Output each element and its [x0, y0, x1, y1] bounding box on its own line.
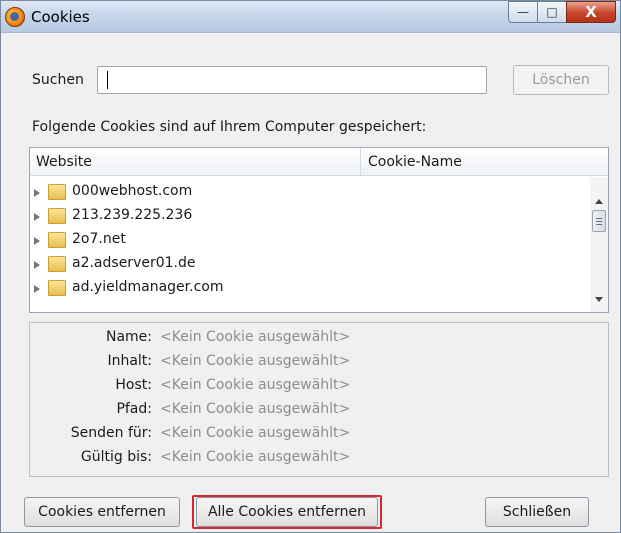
column-separator[interactable]	[360, 148, 361, 176]
detail-value: <Kein Cookie ausgewählt>	[160, 353, 351, 369]
detail-label: Host:	[115, 377, 152, 393]
detail-row-expires: Gültig bis: <Kein Cookie ausgewählt>	[30, 447, 608, 469]
window-controls: — □ X	[508, 1, 616, 23]
expand-arrow-icon[interactable]	[34, 237, 40, 245]
grip-line	[596, 218, 602, 219]
folder-icon	[48, 184, 66, 200]
expand-arrow-icon[interactable]	[34, 213, 40, 221]
grip-line	[596, 224, 602, 225]
detail-value: <Kein Cookie ausgewählt>	[160, 377, 351, 393]
close-window-button[interactable]: X	[566, 1, 616, 23]
minimize-button[interactable]: —	[508, 1, 538, 23]
detail-label: Inhalt:	[107, 353, 152, 369]
detail-value: <Kein Cookie ausgewählt>	[160, 401, 351, 417]
detail-row-host: Host: <Kein Cookie ausgewählt>	[30, 375, 608, 397]
info-text: Folgende Cookies sind auf Ihrem Computer…	[32, 119, 427, 135]
tree-header: Website Cookie-Name	[30, 148, 608, 176]
cookie-details-panel: Name: <Kein Cookie ausgewählt> Inhalt: <…	[29, 322, 609, 477]
detail-row-content: Inhalt: <Kein Cookie ausgewählt>	[30, 351, 608, 373]
cookies-dialog: Cookies — □ X Suchen Löschen Folgende Co…	[0, 0, 621, 533]
title-bar[interactable]: Cookies — □ X	[1, 1, 620, 33]
detail-label: Gültig bis:	[80, 449, 152, 465]
folder-icon	[48, 208, 66, 224]
site-name: ad.yieldmanager.com	[72, 279, 224, 295]
remove-all-cookies-button[interactable]: Alle Cookies entfernen	[196, 497, 378, 527]
tree-rows: 000webhost.com 213.239.225.236 2o7.net a…	[30, 181, 590, 301]
detail-row-send-for: Senden für: <Kein Cookie ausgewählt>	[30, 423, 608, 445]
detail-label: Senden für:	[70, 425, 152, 441]
detail-value: <Kein Cookie ausgewählt>	[160, 425, 351, 441]
scroll-thumb[interactable]	[592, 210, 606, 232]
remove-cookies-button[interactable]: Cookies entfernen	[24, 497, 180, 527]
detail-label: Name:	[105, 329, 152, 345]
expand-arrow-icon[interactable]	[34, 261, 40, 269]
cookie-tree[interactable]: Website Cookie-Name 000webhost.com 213.2…	[29, 147, 609, 313]
tree-row[interactable]: ad.yieldmanager.com	[30, 277, 590, 301]
grip-line	[596, 221, 602, 222]
site-name: 000webhost.com	[72, 183, 193, 199]
scroll-up-arrow-icon[interactable]	[595, 199, 603, 204]
folder-icon	[48, 232, 66, 248]
folder-icon	[48, 256, 66, 272]
text-caret	[107, 71, 108, 89]
scroll-down-arrow-icon[interactable]	[595, 297, 603, 302]
column-header-cookie-name[interactable]: Cookie-Name	[368, 154, 462, 170]
site-name: 2o7.net	[72, 231, 126, 247]
vertical-scrollbar[interactable]	[590, 177, 608, 312]
folder-icon	[48, 280, 66, 296]
clear-search-button[interactable]: Löschen	[513, 65, 609, 95]
close-button[interactable]: Schließen	[485, 497, 589, 527]
expand-arrow-icon[interactable]	[34, 189, 40, 197]
detail-label: Pfad:	[116, 401, 152, 417]
tree-row[interactable]: 2o7.net	[30, 229, 590, 253]
tree-row[interactable]: a2.adserver01.de	[30, 253, 590, 277]
maximize-button[interactable]: □	[537, 1, 567, 23]
firefox-icon	[5, 7, 25, 27]
detail-row-name: Name: <Kein Cookie ausgewählt>	[30, 327, 608, 349]
detail-value: <Kein Cookie ausgewählt>	[160, 449, 351, 465]
tree-row[interactable]: 000webhost.com	[30, 181, 590, 205]
detail-value: <Kein Cookie ausgewählt>	[160, 329, 351, 345]
expand-arrow-icon[interactable]	[34, 285, 40, 293]
search-label: Suchen	[32, 72, 84, 88]
site-name: 213.239.225.236	[72, 207, 193, 223]
tree-row[interactable]: 213.239.225.236	[30, 205, 590, 229]
site-name: a2.adserver01.de	[72, 255, 196, 271]
detail-row-path: Pfad: <Kein Cookie ausgewählt>	[30, 399, 608, 421]
column-header-website[interactable]: Website	[36, 154, 92, 170]
window-title: Cookies	[31, 8, 90, 26]
search-input[interactable]	[97, 66, 487, 94]
